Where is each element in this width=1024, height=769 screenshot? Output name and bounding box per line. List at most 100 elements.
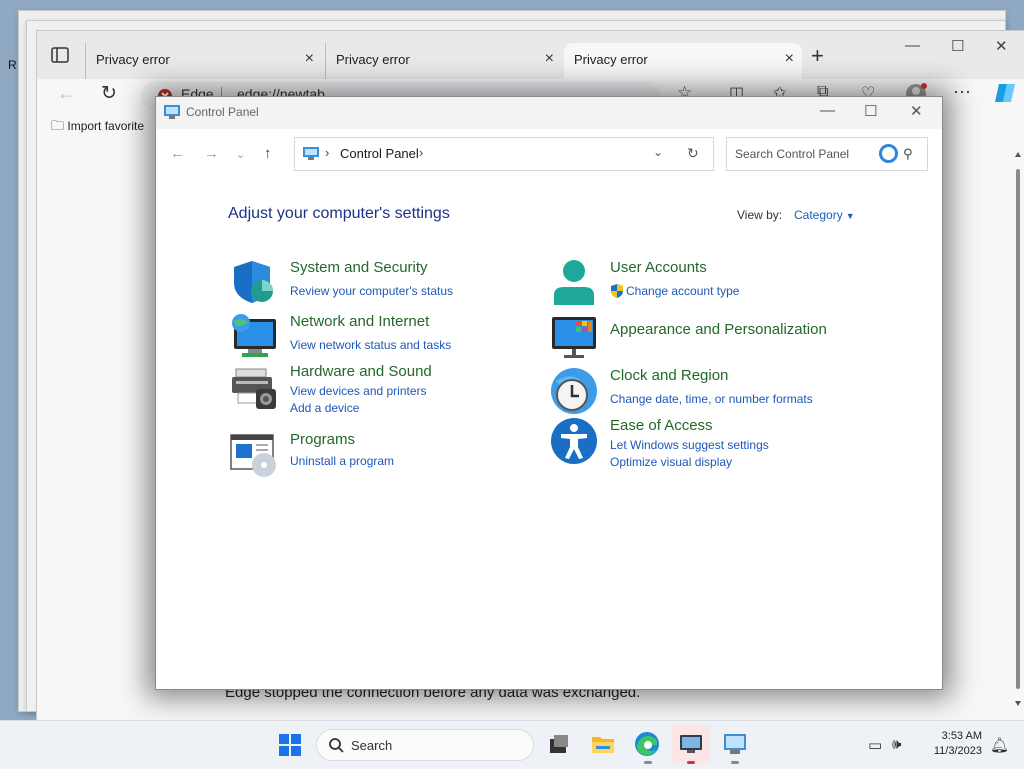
category-link[interactable]: Change account type: [626, 284, 739, 298]
tab-privacy-error-2[interactable]: Privacy error ×: [325, 43, 562, 79]
accessibility-icon: [551, 418, 597, 464]
tab-privacy-error-3[interactable]: Privacy error ×: [564, 43, 802, 79]
window-title: Control Panel: [186, 105, 259, 119]
tab-actions-icon[interactable]: [51, 47, 69, 63]
control-panel-window: Control Panel — ☐ ✕ ← → ⌄ ↑ › Control Pa…: [155, 96, 943, 690]
maximize-icon[interactable]: ☐: [951, 37, 964, 55]
view-by-label: View by:: [737, 208, 783, 222]
address-bar[interactable]: › Control Panel › ⌄ ↻: [294, 137, 714, 171]
display-palette-icon: [552, 317, 596, 358]
notification-bell-icon[interactable]: 🔔︎: [990, 736, 1009, 754]
category-link[interactable]: Uninstall a program: [290, 454, 394, 468]
programs-icon: [230, 434, 276, 477]
task-view-icon[interactable]: [546, 731, 572, 757]
category-network-internet: Network and Internet View network status…: [230, 313, 530, 363]
category-link[interactable]: Add a device: [290, 401, 359, 415]
close-tab-icon[interactable]: ×: [545, 50, 554, 68]
busy-cursor-icon: [879, 144, 898, 163]
edge-browser-icon[interactable]: [634, 731, 660, 757]
category-title[interactable]: Ease of Access: [610, 417, 713, 434]
file-explorer-icon[interactable]: [590, 731, 616, 757]
minimize-icon[interactable]: —: [905, 37, 920, 54]
remote-app-icon[interactable]: [678, 731, 704, 757]
back-icon[interactable]: ←: [57, 83, 75, 104]
import-favorites-link[interactable]: Import favorite: [67, 119, 144, 133]
category-link[interactable]: View network status and tasks: [290, 338, 451, 352]
breadcrumb-chevron-icon[interactable]: ›: [419, 145, 423, 160]
running-indicator: [644, 761, 652, 764]
folder-import-icon: 🗀: [51, 118, 65, 133]
recent-locations-icon[interactable]: ⌄: [236, 148, 245, 161]
forward-icon[interactable]: →: [204, 145, 219, 162]
new-tab-icon[interactable]: +: [811, 43, 824, 69]
taskbar-search-label: Search: [351, 738, 393, 753]
search-input[interactable]: Search Control Panel ⚲: [726, 137, 928, 171]
search-icon[interactable]: ⚲: [903, 146, 913, 162]
category-link[interactable]: Review your computer's status: [290, 284, 453, 298]
view-by-dropdown[interactable]: Category ▼: [794, 208, 855, 222]
view-by-value: Category: [794, 208, 843, 222]
close-icon[interactable]: ✕: [995, 37, 1008, 55]
search-placeholder: Search Control Panel: [735, 147, 850, 161]
uac-shield-icon: [611, 284, 623, 298]
address-dropdown-icon[interactable]: ⌄: [653, 145, 663, 159]
refresh-icon[interactable]: ↻: [687, 145, 699, 162]
tab-label: Privacy error: [96, 52, 170, 67]
minimize-icon[interactable]: —: [820, 102, 835, 119]
clock-globe-icon: [551, 368, 597, 414]
category-link[interactable]: View devices and printers: [290, 384, 427, 398]
clock-time: 3:53 AM: [941, 730, 982, 742]
page-scrollbar[interactable]: [1013, 149, 1023, 711]
control-panel-taskbar-icon[interactable]: [722, 731, 748, 757]
close-tab-icon[interactable]: ×: [305, 50, 314, 68]
volume-icon[interactable]: 🕪: [892, 736, 901, 753]
breadcrumb-chevron-icon[interactable]: ›: [325, 145, 329, 160]
start-icon[interactable]: [278, 733, 302, 757]
category-clock-region: Clock and Region Change date, time, or n…: [550, 367, 890, 417]
category-title[interactable]: User Accounts: [610, 259, 707, 276]
close-tab-icon[interactable]: ×: [785, 50, 794, 68]
shield-icon: [234, 261, 273, 303]
printer-icon: [232, 368, 276, 409]
settings-more-icon[interactable]: ···: [953, 81, 971, 102]
tab-privacy-error-1[interactable]: Privacy error ×: [85, 43, 322, 79]
taskbar-search[interactable]: Search: [316, 729, 534, 761]
favorites-bar: 🗀 Import favorite: [51, 117, 144, 139]
category-appearance-personalization: Appearance and Personalization: [550, 313, 870, 363]
taskbar: Search ▭ 🕪 3:53 AM 11/3/2023 🔔︎: [0, 720, 1024, 769]
category-title[interactable]: Appearance and Personalization: [610, 321, 827, 338]
breadcrumb[interactable]: Control Panel: [340, 146, 419, 161]
copilot-icon[interactable]: [993, 81, 1017, 105]
up-icon[interactable]: ↑: [264, 145, 272, 162]
control-panel-icon: [303, 147, 319, 160]
category-title[interactable]: Clock and Region: [610, 367, 728, 384]
category-title[interactable]: System and Security: [290, 259, 428, 276]
category-hardware-sound: Hardware and Sound View devices and prin…: [230, 363, 530, 423]
category-link[interactable]: Let Windows suggest settings: [610, 438, 769, 452]
control-panel-icon: [164, 105, 180, 119]
tab-strip: Privacy error × Privacy error × Privacy …: [37, 31, 1024, 79]
network-globe-icon: [232, 314, 276, 357]
page-title: Adjust your computer's settings: [228, 205, 450, 222]
category-system-security: System and Security Review your computer…: [230, 259, 530, 309]
network-icon[interactable]: ▭: [868, 736, 882, 754]
category-programs: Programs Uninstall a program: [230, 431, 530, 481]
back-icon[interactable]: ←: [170, 145, 185, 162]
category-link[interactable]: Change date, time, or number formats: [610, 392, 813, 406]
close-icon[interactable]: ✕: [910, 102, 923, 120]
navigation-bar: ← → ⌄ ↑ › Control Panel › ⌄ ↻ Search Con…: [156, 129, 942, 179]
category-title[interactable]: Programs: [290, 431, 355, 448]
system-clock[interactable]: 3:53 AM 11/3/2023: [918, 729, 982, 759]
maximize-icon[interactable]: ☐: [864, 102, 877, 120]
category-ease-of-access: Ease of Access Let Windows suggest setti…: [550, 417, 870, 471]
category-link[interactable]: Optimize visual display: [610, 455, 732, 469]
tab-label: Privacy error: [574, 52, 648, 67]
category-title[interactable]: Hardware and Sound: [290, 363, 432, 380]
clock-date: 11/3/2023: [933, 745, 982, 757]
category-title[interactable]: Network and Internet: [290, 313, 429, 330]
desktop-icon-label: R: [8, 58, 17, 72]
title-bar: Control Panel — ☐ ✕: [156, 97, 942, 129]
running-indicator: [731, 761, 739, 764]
refresh-icon[interactable]: ↻: [101, 82, 117, 105]
search-icon: [329, 738, 344, 753]
